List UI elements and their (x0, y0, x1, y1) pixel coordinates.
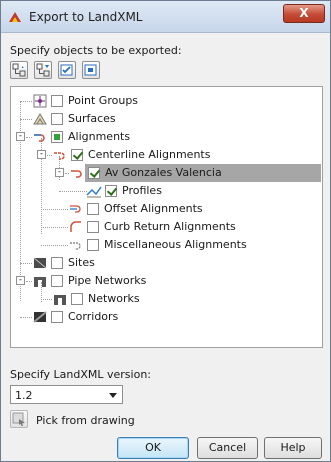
pick-label: Pick from drawing (36, 414, 135, 427)
pipe-networks-icon (32, 273, 48, 289)
tree-item-alignments[interactable]: - Alignments (11, 128, 311, 146)
alignments-checkbox[interactable] (51, 131, 63, 143)
collapse-all-button[interactable] (34, 61, 52, 79)
tree-item-profiles[interactable]: Profiles (11, 182, 311, 200)
offset-alignment-icon (68, 201, 84, 217)
collapse-alignments-toggle[interactable]: - (16, 132, 25, 141)
curb-return-icon (68, 219, 84, 235)
surfaces-icon (32, 111, 48, 127)
tree-item-av-gonzales-valencia[interactable]: - Av Gonzales Valencia (11, 164, 321, 182)
dialog-body: Specify objects to be exported: Point Gr… (8, 34, 323, 459)
tree-item-surfaces[interactable]: Surfaces (11, 110, 311, 128)
chevron-down-icon (109, 393, 117, 398)
sites-icon (32, 255, 48, 271)
tree-item-point-groups[interactable]: Point Groups (11, 92, 311, 110)
sites-checkbox[interactable] (51, 257, 63, 269)
tree-item-label: Miscellaneous Alignments (104, 238, 247, 251)
help-button[interactable]: Help (264, 437, 322, 459)
cancel-button[interactable]: Cancel (197, 437, 258, 459)
tree-item-label: Profiles (122, 184, 162, 197)
miscellaneous-alignments-checkbox[interactable] (87, 239, 99, 251)
collapse-alignment-toggle[interactable]: - (55, 168, 64, 177)
alignments-icon (32, 129, 48, 145)
tree-item-pipe-networks[interactable]: - Pipe Networks (11, 272, 311, 290)
point-groups-checkbox[interactable] (51, 95, 63, 107)
tree-item-label: Offset Alignments (104, 202, 203, 215)
tree-item-label: Sites (68, 256, 95, 269)
civil3d-app-icon (7, 9, 23, 25)
clear-all-button[interactable] (82, 61, 100, 79)
ok-button[interactable]: OK (117, 437, 189, 459)
expand-all-button[interactable] (10, 61, 28, 79)
collapse-centerline-toggle[interactable]: - (37, 150, 46, 159)
landxml-version-select[interactable]: 1.2 (10, 385, 123, 404)
export-landxml-dialog: Export to LandXML X Specify objects to b… (0, 0, 331, 462)
title-bar: Export to LandXML X (1, 1, 330, 33)
av-gonzales-valencia-checkbox[interactable] (88, 167, 100, 179)
pick-icon (12, 412, 25, 426)
centerline-alignment-icon (52, 147, 68, 163)
tree-item-label: Point Groups (68, 94, 139, 107)
tree-item-label: Centerline Alignments (88, 148, 211, 161)
tree-item-label: Alignments (68, 130, 131, 143)
corridors-icon (32, 309, 48, 325)
surfaces-checkbox[interactable] (51, 113, 63, 125)
expand-all-icon (12, 63, 26, 77)
select-all-icon (60, 64, 73, 76)
curb-return-alignments-checkbox[interactable] (87, 221, 99, 233)
tree-item-offset-alignments[interactable]: Offset Alignments (11, 200, 311, 218)
version-value: 1.2 (15, 389, 33, 402)
collapse-all-icon (36, 63, 50, 77)
close-button[interactable]: X (283, 4, 325, 23)
tree-item-label: Curb Return Alignments (104, 220, 236, 233)
pick-from-drawing-button[interactable] (10, 410, 28, 428)
tree-item-curb-return-alignments[interactable]: Curb Return Alignments (11, 218, 311, 236)
offset-alignments-checkbox[interactable] (87, 203, 99, 215)
tree-item-label: Av Gonzales Valencia (105, 166, 222, 179)
select-all-button[interactable] (58, 61, 76, 79)
networks-checkbox[interactable] (71, 293, 83, 305)
profiles-icon (86, 183, 102, 199)
tree-item-label: Corridors (68, 310, 119, 323)
point-groups-icon (32, 93, 48, 109)
window-title: Export to LandXML (29, 10, 143, 24)
alignment-icon (69, 165, 85, 181)
tree-item-label: Networks (88, 292, 140, 305)
tree-item-label: Pipe Networks (68, 274, 147, 287)
misc-alignment-icon (68, 237, 84, 253)
corridors-checkbox[interactable] (51, 311, 63, 323)
tree-item-sites[interactable]: Sites (11, 254, 311, 272)
profiles-checkbox[interactable] (105, 185, 117, 197)
pipe-networks-checkbox[interactable] (51, 275, 63, 287)
objects-tree[interactable]: Point Groups Surfaces - Alignments - Cen… (10, 86, 323, 348)
tree-item-centerline-alignments[interactable]: - Centerline Alignments (11, 146, 311, 164)
tree-item-label: Surfaces (68, 112, 116, 125)
collapse-pipe-networks-toggle[interactable]: - (16, 276, 25, 285)
objects-label: Specify objects to be exported: (10, 44, 182, 57)
tree-item-corridors[interactable]: Corridors (11, 308, 311, 326)
clear-all-icon (84, 64, 97, 76)
tree-item-networks[interactable]: Networks (11, 290, 311, 308)
networks-icon (52, 291, 68, 307)
tree-item-miscellaneous-alignments[interactable]: Miscellaneous Alignments (11, 236, 311, 254)
centerline-alignments-checkbox[interactable] (71, 149, 83, 161)
version-label: Specify LandXML version: (10, 368, 151, 381)
